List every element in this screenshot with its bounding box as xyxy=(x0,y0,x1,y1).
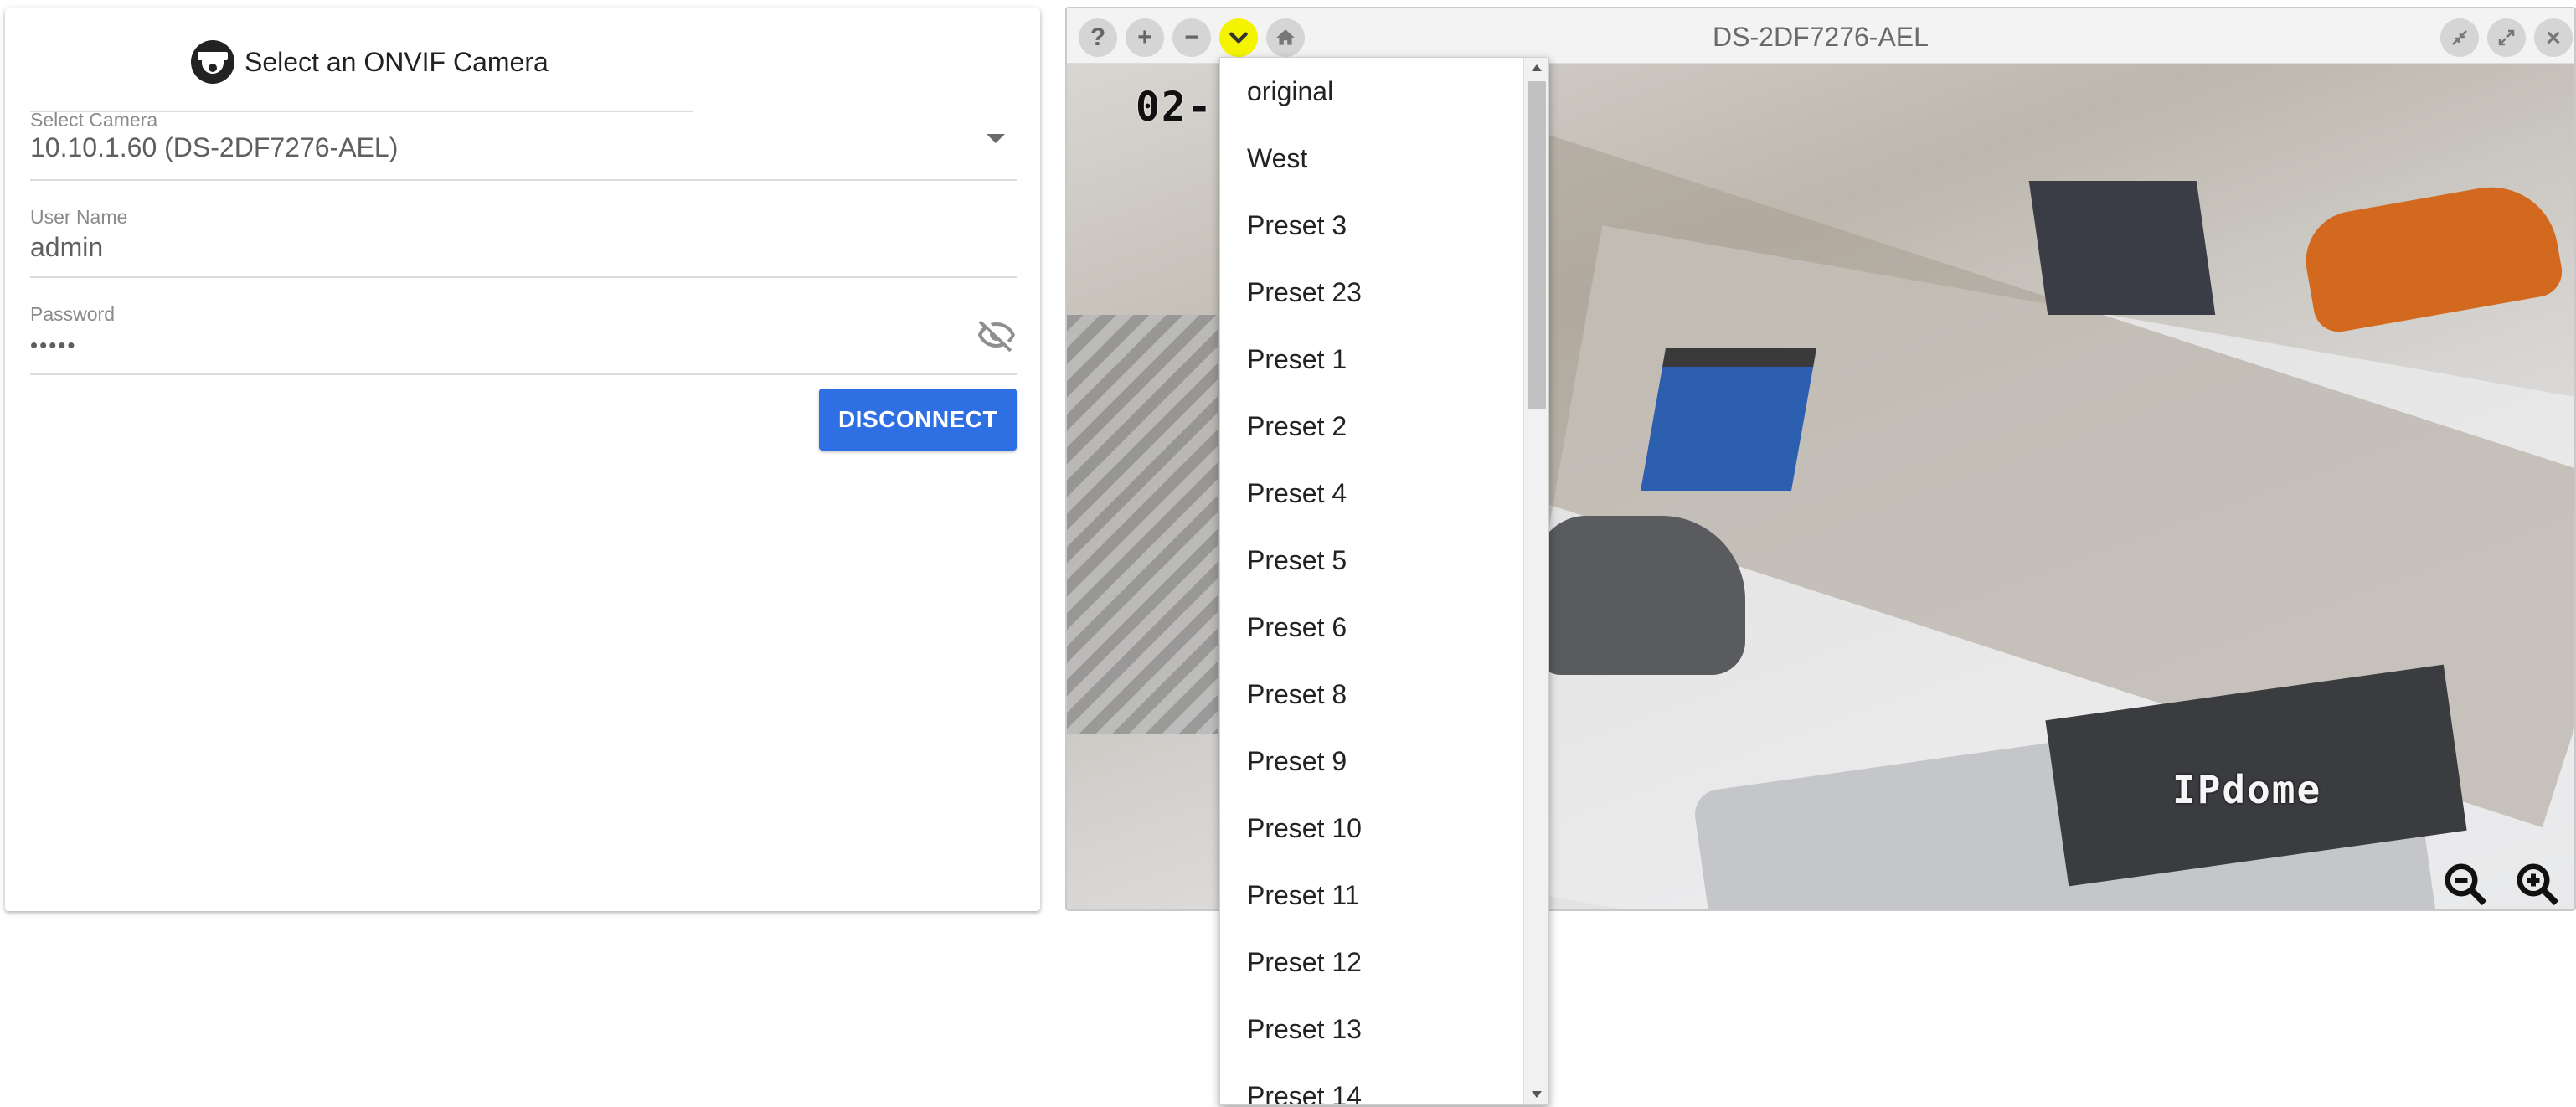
osd-camera-name: IPdome xyxy=(2172,767,2322,812)
close-icon xyxy=(2547,31,2560,44)
preset-item[interactable]: Preset 12 xyxy=(1220,929,1525,996)
username-field[interactable]: User Name admin xyxy=(30,206,1017,281)
video-grey-car xyxy=(1536,516,1745,675)
preset-item[interactable]: Preset 1 xyxy=(1220,326,1525,393)
preset-item[interactable]: Preset 2 xyxy=(1220,393,1525,460)
camera-select-label: Select Camera xyxy=(30,109,158,131)
password-label: Password xyxy=(30,303,115,325)
card-header: Select an ONVIF Camera xyxy=(191,37,549,87)
scroll-down-arrow-icon[interactable] xyxy=(1532,1091,1542,1098)
password-underline xyxy=(30,373,1017,375)
panel-title: DS-2DF7276-AEL xyxy=(1713,22,1929,52)
password-field[interactable]: Password ••••• xyxy=(30,303,1017,378)
preset-dropdown-menu[interactable]: original West Preset 3 Preset 23 Preset … xyxy=(1219,57,1549,1105)
preset-item[interactable]: original xyxy=(1220,58,1525,125)
username-label: User Name xyxy=(30,206,128,228)
preset-item[interactable]: Preset 9 xyxy=(1220,728,1525,795)
dome-camera-icon xyxy=(191,40,234,84)
onvif-camera-card: Select an ONVIF Camera Select Camera 10.… xyxy=(5,8,1040,911)
chevron-down-icon[interactable] xyxy=(987,134,1005,143)
username-input[interactable]: admin xyxy=(30,232,1017,263)
maximize-button[interactable] xyxy=(2487,18,2526,57)
video-stairs xyxy=(1067,315,1218,734)
minimize-button[interactable] xyxy=(2440,18,2479,57)
preset-item[interactable]: Preset 6 xyxy=(1220,594,1525,661)
scrollbar-thumb[interactable] xyxy=(1528,81,1546,409)
preset-item[interactable]: Preset 3 xyxy=(1220,192,1525,259)
camera-select-underline xyxy=(30,179,1017,181)
close-button[interactable] xyxy=(2534,18,2573,57)
password-input[interactable]: ••••• xyxy=(30,332,1017,358)
preset-item[interactable]: West xyxy=(1220,125,1525,192)
preset-item[interactable]: Preset 11 xyxy=(1220,862,1525,929)
zoom-out-icon[interactable] xyxy=(2440,859,2491,909)
video-blue-bin xyxy=(1641,348,1816,491)
preset-item[interactable]: Preset 14 xyxy=(1220,1063,1525,1105)
preset-item[interactable]: Preset 5 xyxy=(1220,527,1525,594)
preset-item[interactable]: Preset 10 xyxy=(1220,795,1525,862)
preset-item[interactable]: Preset 13 xyxy=(1220,996,1525,1063)
expand-icon xyxy=(2498,29,2515,46)
preset-item[interactable]: Preset 23 xyxy=(1220,259,1525,326)
preset-list: original West Preset 3 Preset 23 Preset … xyxy=(1220,58,1525,1105)
scroll-up-arrow-icon[interactable] xyxy=(1532,64,1542,71)
preset-item[interactable]: Preset 8 xyxy=(1220,661,1525,728)
video-dumpster-dark xyxy=(2028,181,2216,315)
zoom-in-icon[interactable] xyxy=(2512,859,2563,909)
camera-select[interactable]: Select Camera 10.10.1.60 (DS-2DF7276-AEL… xyxy=(30,109,1017,184)
visibility-off-icon[interactable] xyxy=(976,315,1017,355)
card-title: Select an ONVIF Camera xyxy=(245,46,549,77)
camera-select-value[interactable]: 10.10.1.60 (DS-2DF7276-AEL) xyxy=(30,132,398,163)
panel-titlebar: ? + − DS-2DF7276-AEL xyxy=(1067,8,2574,64)
username-underline xyxy=(30,276,1017,278)
menu-scrollbar[interactable] xyxy=(1523,58,1548,1104)
disconnect-button[interactable]: DISCONNECT xyxy=(819,389,1017,451)
collapse-icon xyxy=(2452,30,2467,45)
preset-item[interactable]: Preset 4 xyxy=(1220,460,1525,527)
